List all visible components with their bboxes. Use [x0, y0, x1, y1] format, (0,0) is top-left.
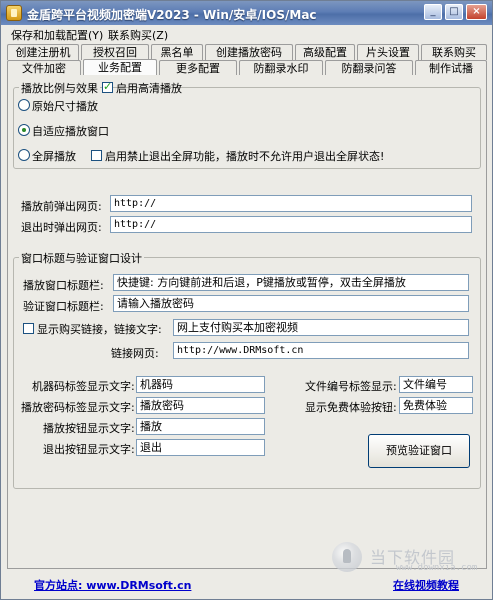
- tab-more-config[interactable]: 更多配置: [159, 60, 237, 76]
- watermark-subtext: www.downxia.com: [396, 563, 478, 573]
- maximize-icon[interactable]: □: [445, 4, 463, 20]
- tab-make-trial[interactable]: 制作试播: [415, 60, 487, 76]
- play-password-input[interactable]: 播放密码: [136, 397, 265, 414]
- buy-link-text-input[interactable]: 网上支付购买本加密视频: [173, 319, 469, 336]
- title-bar: 金盾跨平台视频加密端V2023 - Win/安卓/IOS/Mac _ □ ×: [1, 1, 492, 25]
- play-button-text-label: 播放按钮显示文字:: [43, 422, 135, 435]
- menu-save-load-config[interactable]: 保存和加载配置(Y): [11, 27, 103, 43]
- file-number-input[interactable]: 文件编号: [399, 376, 473, 393]
- machine-code-label: 机器码标签显示文字:: [32, 380, 135, 393]
- free-trial-input[interactable]: 免费体验: [399, 397, 473, 414]
- fullscreen-radio[interactable]: [18, 149, 30, 161]
- tab-blacklist[interactable]: 黑名单: [151, 44, 203, 60]
- official-site-link[interactable]: 官方站点: www.DRMsoft.cn: [34, 577, 191, 593]
- minimize-icon[interactable]: _: [424, 4, 442, 20]
- popup-before-label: 播放前弹出网页:: [21, 200, 102, 213]
- shield-icon: [6, 5, 22, 21]
- window-title-group-legend: 窗口标题与验证窗口设计: [19, 250, 144, 266]
- app-window: 金盾跨平台视频加密端V2023 - Win/安卓/IOS/Mac _ □ × 保…: [0, 0, 493, 600]
- tab-contact-purchase[interactable]: 联系购买: [421, 44, 487, 60]
- tab-file-encryption[interactable]: 文件加密: [7, 60, 81, 76]
- window-title: 金盾跨平台视频加密端V2023 - Win/安卓/IOS/Mac: [27, 8, 317, 22]
- play-window-title-input[interactable]: 快捷键: 方向键前进和后退，P键播放或暂停，双击全屏播放: [113, 274, 469, 291]
- original-size-radio[interactable]: [18, 99, 30, 111]
- show-buy-link-label: 显示购买链接，链接文字:: [37, 323, 162, 336]
- video-tutorial-link[interactable]: 在线视频教程: [393, 577, 459, 593]
- link-url-input[interactable]: http://www.DRMsoft.cn: [173, 342, 469, 359]
- forbid-exit-fullscreen-checkbox[interactable]: [91, 150, 102, 161]
- verify-window-title-label: 验证窗口标题栏:: [23, 300, 104, 313]
- forbid-exit-fullscreen-label: 启用禁止退出全屏功能，播放时不允许用户退出全屏状态!: [105, 150, 385, 163]
- playback-group-legend: 播放比例与效果: [19, 80, 100, 96]
- tab-revoke-license[interactable]: 授权召回: [81, 44, 149, 60]
- tab-intro-settings[interactable]: 片头设置: [357, 44, 419, 60]
- popup-after-url-input[interactable]: http://: [110, 216, 472, 233]
- original-size-label: 原始尺寸播放: [32, 100, 98, 113]
- free-trial-label: 显示免费体验按钮:: [305, 401, 397, 414]
- tab-anti-record-qa[interactable]: 防翻录问答: [325, 60, 413, 76]
- close-icon[interactable]: ×: [466, 4, 487, 20]
- menu-contact-purchase[interactable]: 联系购买(Z): [108, 27, 168, 43]
- link-url-label: 链接网页:: [111, 347, 159, 360]
- tab-create-keygen[interactable]: 创建注册机: [7, 44, 79, 60]
- watermark-logo-icon: [332, 542, 362, 572]
- show-buy-link-checkbox[interactable]: [23, 323, 34, 334]
- popup-before-url-input[interactable]: http://: [110, 195, 472, 212]
- preview-verify-window-button[interactable]: 预览验证窗口: [368, 434, 470, 468]
- play-window-title-label: 播放窗口标题栏:: [23, 279, 104, 292]
- play-password-label: 播放密码标签显示文字:: [21, 401, 135, 414]
- play-button-text-input[interactable]: 播放: [136, 418, 265, 435]
- file-number-label: 文件编号标签显示:: [305, 380, 397, 393]
- tab-anti-record-watermark[interactable]: 防翻录水印: [239, 60, 323, 76]
- machine-code-input[interactable]: 机器码: [136, 376, 265, 393]
- verify-window-title-input[interactable]: 请输入播放密码: [113, 295, 469, 312]
- adaptive-window-label: 自适应播放窗口: [32, 125, 109, 138]
- fullscreen-label: 全屏播放: [32, 150, 76, 163]
- adaptive-window-radio[interactable]: [18, 124, 30, 136]
- exit-button-text-label: 退出按钮显示文字:: [43, 443, 135, 456]
- exit-button-text-input[interactable]: 退出: [136, 439, 265, 456]
- tab-advanced-config[interactable]: 高级配置: [295, 44, 355, 60]
- popup-after-label: 退出时弹出网页:: [21, 221, 102, 234]
- menu-bar: 保存和加载配置(Y) 联系购买(Z): [1, 25, 492, 43]
- tab-business-config[interactable]: 业务配置: [83, 59, 157, 76]
- hd-playback-label: 启用高清播放: [116, 82, 182, 95]
- tab-create-play-password[interactable]: 创建播放密码: [205, 44, 293, 60]
- hd-playback-checkbox[interactable]: [102, 80, 113, 93]
